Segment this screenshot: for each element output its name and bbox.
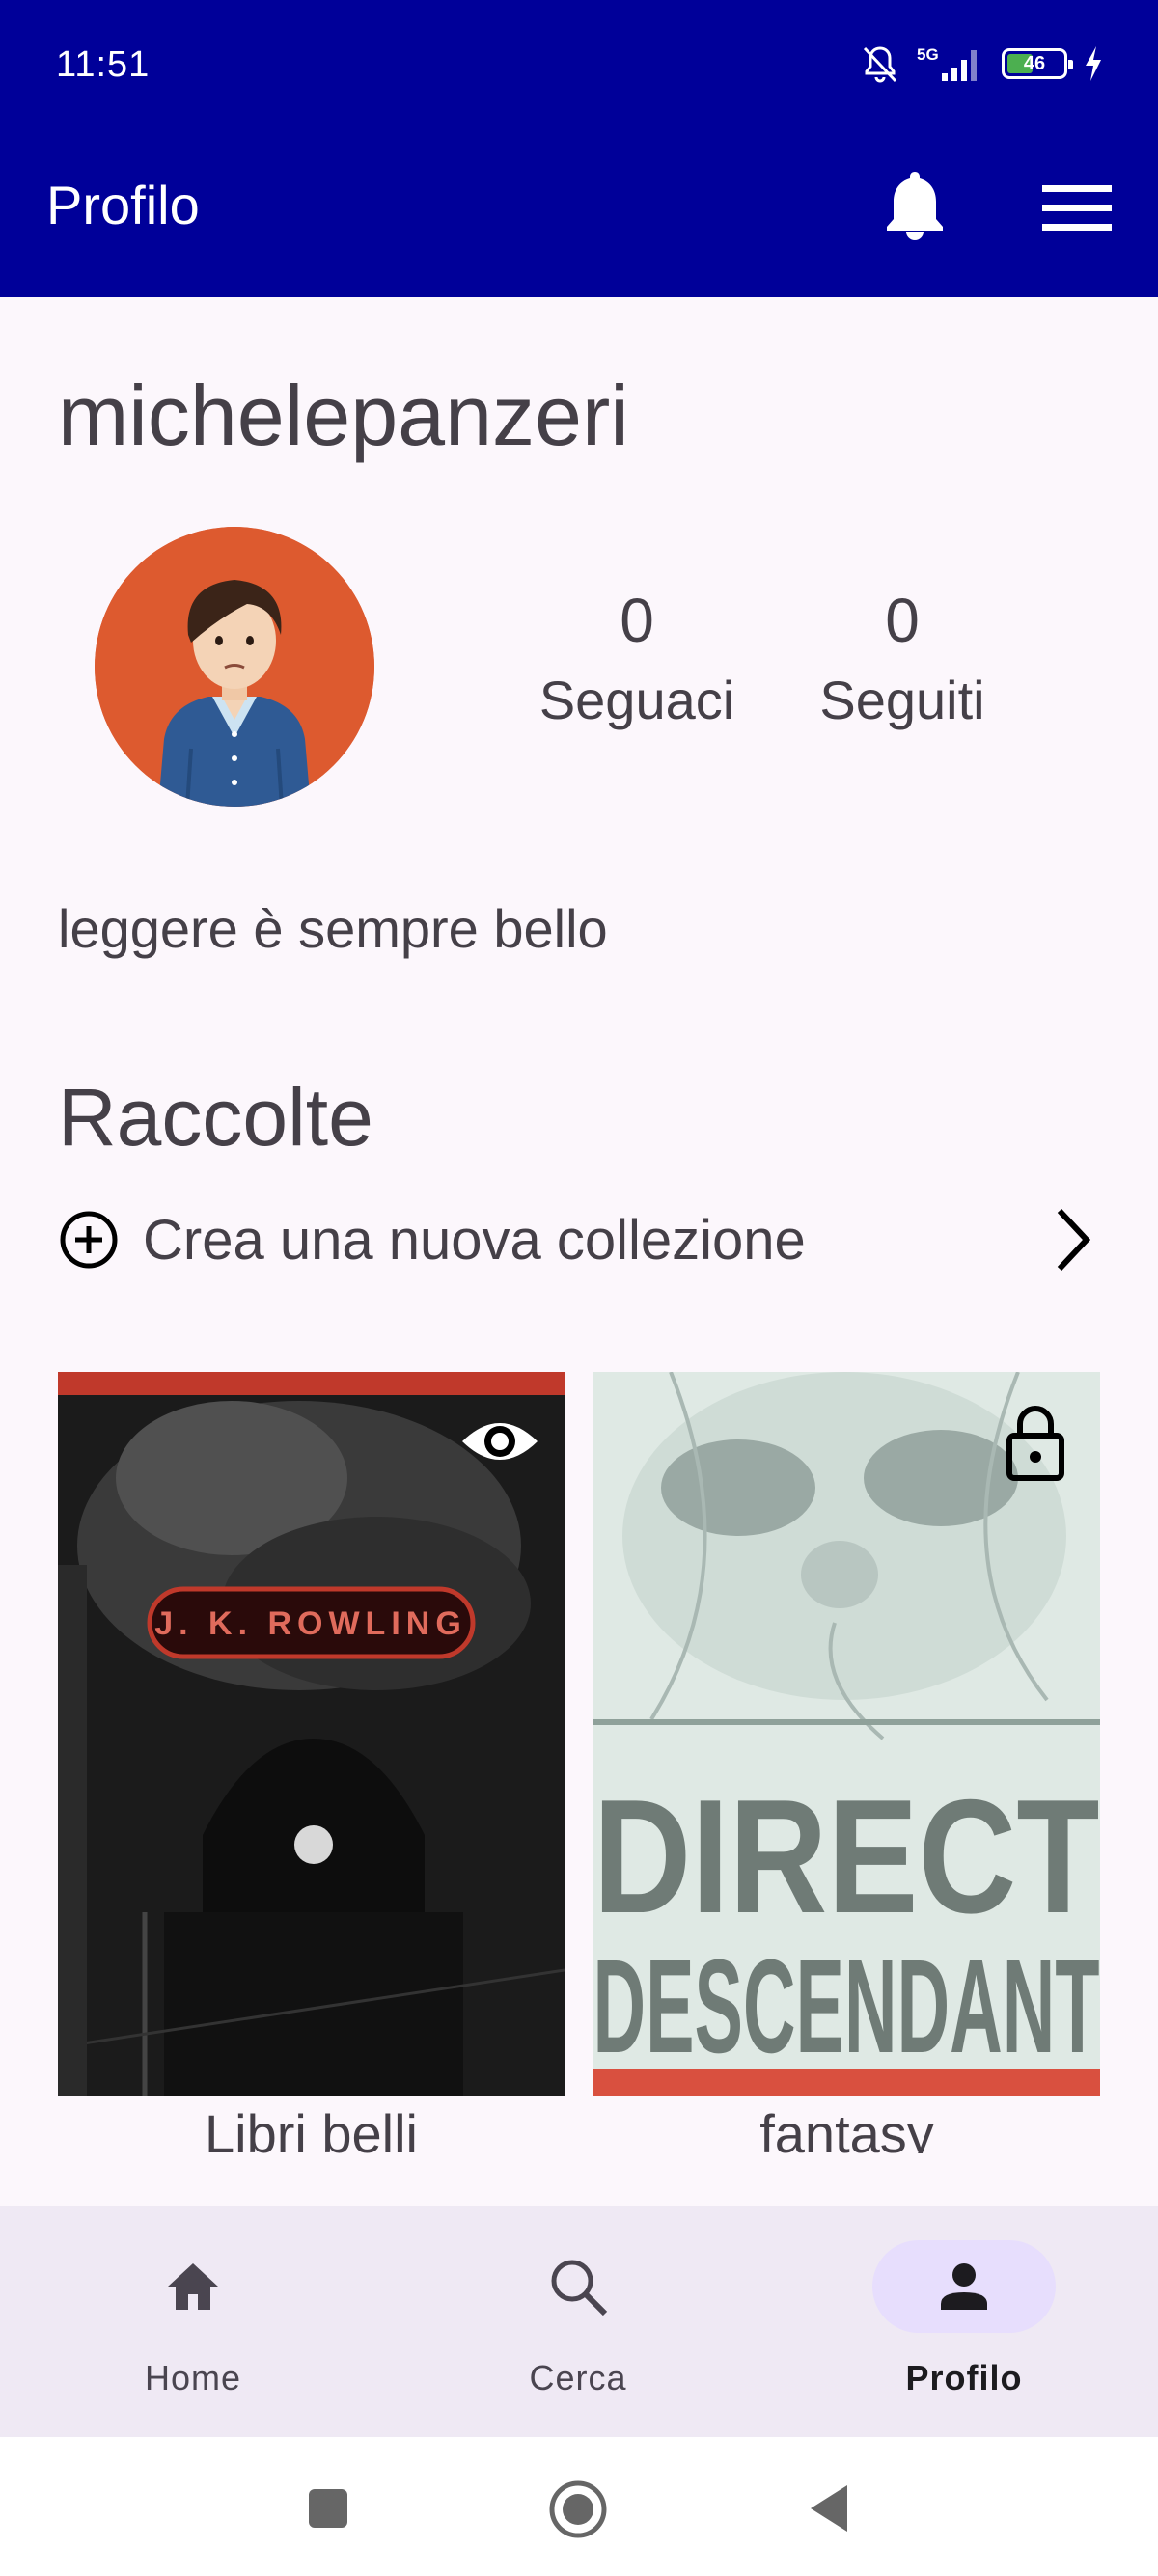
collection-card-fantasy[interactable]: DIRECT DESCENDANT bbox=[593, 1372, 1100, 2096]
avatar[interactable] bbox=[95, 527, 374, 807]
network-type: 5G bbox=[917, 45, 939, 64]
followers-label: Seguaci bbox=[538, 670, 735, 730]
recent-apps-icon[interactable] bbox=[307, 2487, 349, 2530]
eye-icon bbox=[462, 1423, 538, 1460]
following-label: Seguiti bbox=[819, 670, 985, 730]
followers-count: 0 bbox=[620, 586, 654, 655]
collection-name: fantasy bbox=[759, 2103, 934, 2153]
charging-icon bbox=[1086, 46, 1101, 81]
cover-title-line2: DESCENDANT bbox=[593, 1932, 1100, 2081]
home-icon bbox=[168, 2263, 218, 2310]
nav-search-indicator bbox=[486, 2240, 670, 2333]
followers-stat[interactable]: 0 Seguaci bbox=[531, 579, 743, 739]
back-icon[interactable] bbox=[809, 2483, 851, 2534]
bell-icon[interactable] bbox=[878, 164, 951, 253]
chevron-right-icon bbox=[1057, 1208, 1091, 1272]
nav-item-search[interactable]: Cerca bbox=[433, 2240, 723, 2414]
nav-label: Profilo bbox=[905, 2358, 1023, 2398]
battery-indicator: 46 bbox=[1002, 48, 1073, 79]
collection-card-libri-belli[interactable]: J. K. ROWLING bbox=[58, 1372, 565, 2096]
nav-label: Home bbox=[144, 2358, 242, 2398]
battery-level: 46 bbox=[1023, 52, 1046, 74]
status-icons: 5G 46 bbox=[859, 42, 1104, 85]
search-icon bbox=[551, 2260, 608, 2316]
nav-item-profile[interactable]: Profilo bbox=[819, 2240, 1109, 2414]
home-button-icon[interactable] bbox=[548, 2480, 608, 2539]
nav-item-home[interactable]: Home bbox=[48, 2240, 338, 2414]
nav-label: Cerca bbox=[529, 2358, 627, 2398]
username: michelepanzeri bbox=[58, 368, 629, 463]
system-navigation-bar bbox=[0, 2437, 1158, 2576]
cover-author: J. K. ROWLING bbox=[154, 1605, 467, 1642]
person-icon bbox=[941, 2263, 987, 2310]
create-collection-button[interactable]: Crea una nuova collezione bbox=[58, 1196, 1100, 1283]
collections-title: Raccolte bbox=[58, 1072, 373, 1163]
muted-bell-icon bbox=[863, 46, 897, 83]
signal-icon: 5G bbox=[917, 45, 977, 81]
status-bar: 11:51 5G 46 bbox=[0, 0, 1158, 135]
create-collection-label: Crea una nuova collezione bbox=[143, 1208, 806, 1272]
status-time: 11:51 bbox=[56, 44, 151, 85]
add-circle-icon bbox=[60, 1211, 118, 1269]
page-title: Profilo bbox=[46, 175, 200, 235]
nav-home-indicator bbox=[101, 2240, 285, 2333]
bottom-navigation: Home Cerca Profilo bbox=[0, 2206, 1158, 2437]
avatar-illustration bbox=[95, 527, 374, 807]
lock-icon bbox=[1006, 1406, 1064, 1481]
nav-profile-indicator bbox=[872, 2240, 1056, 2333]
following-stat[interactable]: 0 Seguiti bbox=[801, 579, 1004, 739]
profile-bio: leggere è sempre bello bbox=[58, 898, 608, 959]
book-cover-image: J. K. ROWLING bbox=[58, 1372, 565, 2096]
collection-name: Libri belli bbox=[205, 2103, 418, 2153]
following-count: 0 bbox=[885, 586, 920, 655]
cover-title-line1: DIRECT bbox=[593, 1766, 1100, 1947]
hamburger-menu-icon[interactable] bbox=[1038, 178, 1116, 239]
top-app-bar: Profilo bbox=[0, 135, 1158, 297]
